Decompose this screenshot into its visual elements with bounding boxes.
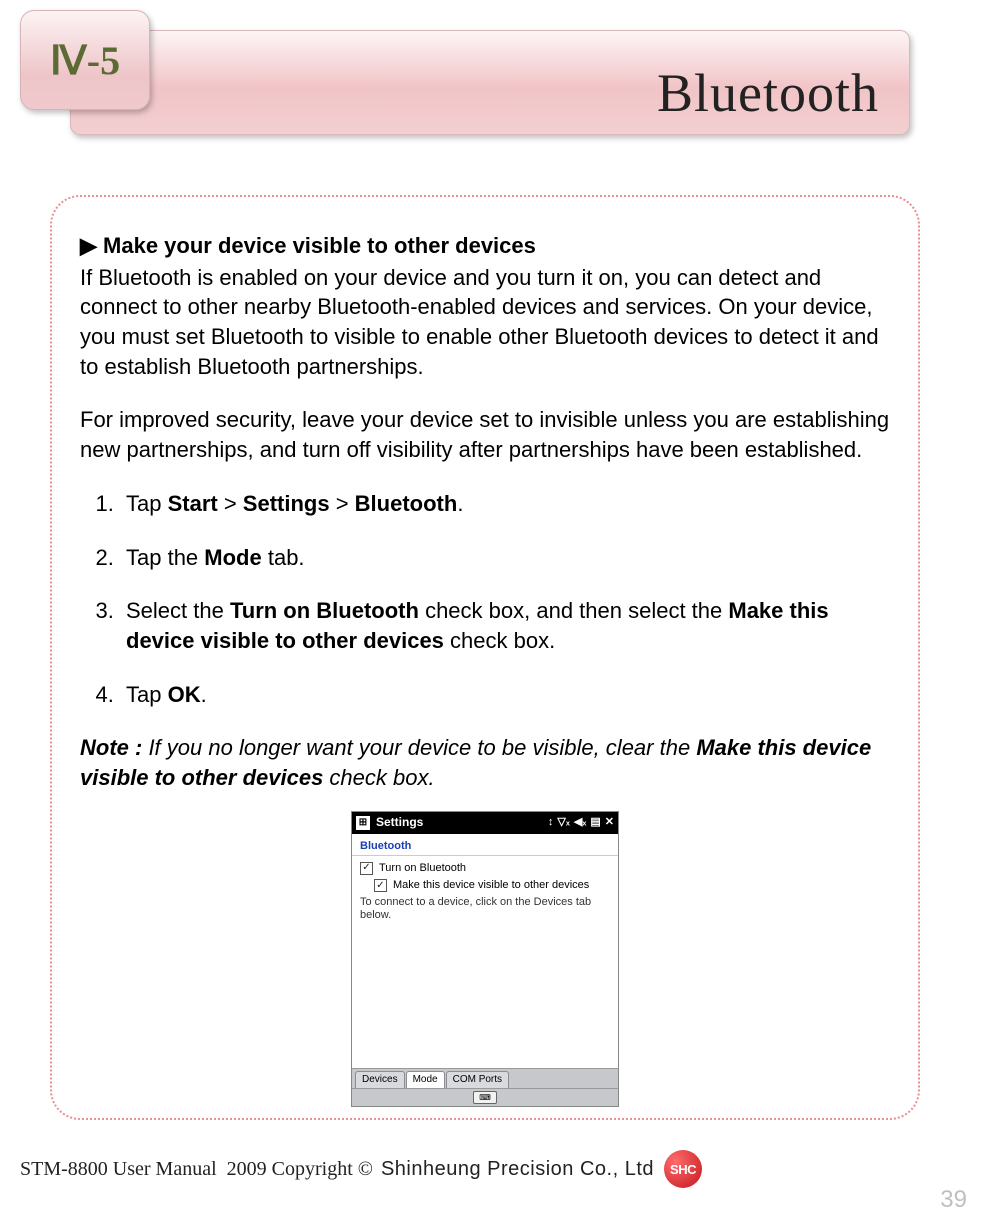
checkbox-label: Turn on Bluetooth: [379, 862, 610, 875]
start-flag-icon: ⊞: [356, 816, 370, 830]
chapter-tab: Ⅳ-5: [20, 10, 150, 110]
device-heading: Bluetooth: [352, 834, 618, 856]
checkbox-turn-on-bluetooth[interactable]: ✓: [360, 862, 373, 875]
tab-devices[interactable]: Devices: [355, 1071, 405, 1088]
step-text: Tap: [126, 491, 168, 516]
section-heading: ▶ Make your device visible to other devi…: [80, 231, 890, 261]
page-footer: STM-8800 User Manual 2009 Copyright © Sh…: [0, 1150, 985, 1188]
step-2: Tap the Mode tab.: [120, 543, 890, 573]
step-text: .: [201, 682, 207, 707]
device-screenshot: ⊞ Settings ↕ ▽ₓ ◀ₓ ▤ ✕ Bluetooth ✓ Turn …: [351, 811, 619, 1107]
step-text: Tap: [126, 682, 168, 707]
step-text: Tap the: [126, 545, 204, 570]
volume-icon: ◀ₓ: [574, 816, 587, 829]
intro-paragraph-1: If Bluetooth is enabled on your device a…: [80, 263, 890, 382]
step-text: >: [330, 491, 355, 516]
header-bar: Bluetooth: [70, 30, 910, 135]
checkbox-label: Make this device visible to other device…: [393, 879, 610, 892]
step-text: .: [457, 491, 463, 516]
keyboard-icon[interactable]: ⌨: [473, 1091, 497, 1104]
step-bold: OK: [168, 682, 201, 707]
steps-list: Tap Start > Settings > Bluetooth. Tap th…: [80, 489, 890, 709]
shc-logo-icon: SHC: [664, 1150, 702, 1188]
checkbox-make-visible[interactable]: ✓: [374, 879, 387, 892]
tab-mode[interactable]: Mode: [406, 1071, 445, 1088]
battery-icon: ▤: [590, 816, 600, 829]
step-text: Select the: [126, 598, 230, 623]
step-text: tab.: [262, 545, 305, 570]
sync-icon: ↕: [548, 816, 554, 829]
device-body: ✓ Turn on Bluetooth ✓ Make this device v…: [352, 856, 618, 1068]
step-bold: Settings: [243, 491, 330, 516]
step-3: Select the Turn on Bluetooth check box, …: [120, 596, 890, 655]
step-bold: Bluetooth: [355, 491, 458, 516]
tab-com-ports[interactable]: COM Ports: [446, 1071, 509, 1088]
note-label: Note :: [80, 735, 142, 760]
close-icon: ✕: [605, 816, 614, 829]
note-body: If you no longer want your device to be …: [142, 735, 696, 760]
checkbox-row-2: ✓ Make this device visible to other devi…: [360, 879, 610, 892]
signal-icon: ▽ₓ: [557, 816, 570, 829]
content-box: ▶ Make your device visible to other devi…: [50, 195, 920, 1120]
device-hint: To connect to a device, click on the Dev…: [360, 896, 610, 922]
step-bold: Start: [168, 491, 218, 516]
footer-company: Shinheung Precision Co., Ltd: [381, 1158, 654, 1181]
device-footer: ⌨: [352, 1088, 618, 1106]
page-title: Bluetooth: [657, 62, 879, 124]
intro-paragraph-2: For improved security, leave your device…: [80, 405, 890, 464]
step-text: check box, and then select the: [419, 598, 728, 623]
device-titlebar: ⊞ Settings ↕ ▽ₓ ◀ₓ ▤ ✕: [352, 812, 618, 834]
step-bold: Mode: [204, 545, 261, 570]
step-text: >: [218, 491, 243, 516]
note-body: check box.: [323, 765, 434, 790]
step-4: Tap OK.: [120, 680, 890, 710]
step-bold: Turn on Bluetooth: [230, 598, 419, 623]
note: Note : If you no longer want your device…: [80, 733, 890, 792]
device-tabs: Devices Mode COM Ports: [352, 1068, 618, 1088]
device-title: Settings: [376, 815, 423, 829]
step-text: check box.: [444, 628, 555, 653]
footer-manual: STM-8800 User Manual: [20, 1158, 217, 1181]
step-1: Tap Start > Settings > Bluetooth.: [120, 489, 890, 519]
footer-copyright: 2009 Copyright ©: [227, 1158, 373, 1181]
chapter-label: Ⅳ-5: [50, 37, 120, 84]
checkbox-row-1: ✓ Turn on Bluetooth: [360, 862, 610, 875]
page-number: 39: [940, 1186, 967, 1214]
